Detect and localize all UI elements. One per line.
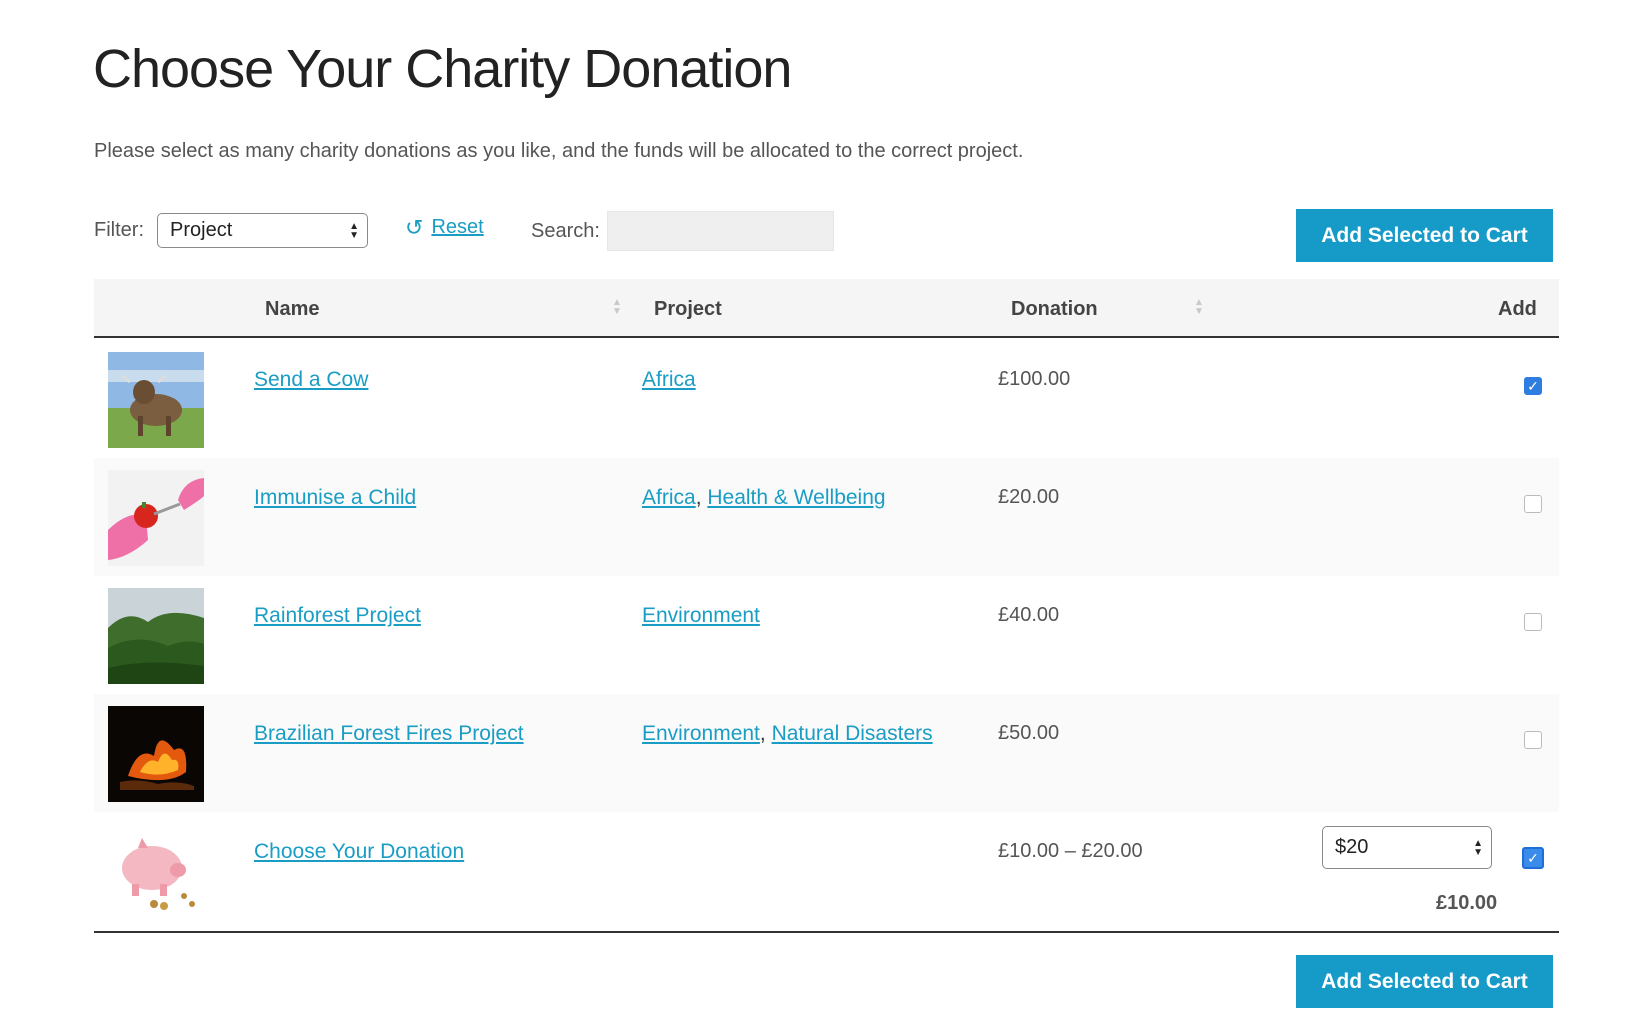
donation-amount-value: $20 [1335,836,1369,858]
add-checkbox[interactable]: ✓ [1522,847,1544,869]
calculated-price: £10.00 [1436,892,1498,914]
sort-icon[interactable]: ▲ ▼ [612,298,622,317]
piggy-bank-photo [108,824,204,920]
add-checkbox[interactable] [1524,731,1542,749]
reset-link[interactable]: ↺ Reset [405,216,484,239]
add-checkbox[interactable] [1524,495,1542,513]
select-arrows-icon: ▲ ▼ [1473,837,1483,858]
project-links: Environment, Natural Disasters [642,722,933,745]
project-link[interactable]: Environment [642,604,760,627]
table-row: Immunise a Child Africa, Health & Wellbe… [94,458,1559,576]
column-header-name[interactable]: Name [265,298,319,321]
injection-photo [108,470,204,566]
donation-price: £100.00 [998,368,1071,390]
add-checkbox[interactable]: ✓ [1524,377,1542,395]
filter-label: Filter: [94,219,144,241]
column-header-add: Add [1498,298,1537,320]
select-arrows-icon: ▲ ▼ [349,220,359,241]
product-name-link[interactable]: Rainforest Project [254,604,421,628]
column-header-project: Project [654,298,722,320]
filter-select[interactable]: Project ▲ ▼ [157,213,368,248]
project-links: Environment [642,604,760,628]
table-bottom-rule [94,931,1559,933]
table-header: Name ▲ ▼ Project Donation ▲ ▼ Add [94,279,1559,338]
project-link[interactable]: Natural Disasters [772,722,933,745]
add-checkbox[interactable] [1524,613,1542,631]
product-name-link[interactable]: Choose Your Donation [254,840,464,864]
reset-label: Reset [431,216,484,238]
table-row: Brazilian Forest Fires Project Environme… [94,694,1559,812]
column-header-donation[interactable]: Donation [1011,298,1098,321]
product-name-link[interactable]: Send a Cow [254,368,368,392]
product-name-link[interactable]: Brazilian Forest Fires Project [254,722,524,746]
search-input[interactable] [607,211,834,251]
donation-price: £20.00 [998,486,1060,508]
project-link[interactable]: Environment [642,722,760,745]
project-links: Africa [642,368,696,392]
table-row: Rainforest Project Environment £40.00 [94,576,1559,694]
project-link[interactable]: Africa [642,486,696,509]
project-links: Africa, Health & Wellbeing [642,486,886,509]
product-name-link[interactable]: Immunise a Child [254,486,416,510]
filter-select-value: Project [170,219,233,241]
project-link[interactable]: Africa [642,368,696,391]
donation-price-range: £10.00 – £20.00 [998,840,1143,862]
project-link[interactable]: Health & Wellbeing [707,486,885,509]
donation-price: £40.00 [998,604,1060,626]
donation-price: £50.00 [998,722,1060,744]
reset-icon: ↺ [405,214,424,240]
search-label: Search: [531,220,600,242]
page-intro: Please select as many charity donations … [94,140,1024,162]
page-title: Choose Your Charity Donation [93,39,792,99]
rainforest-photo [108,588,204,684]
donation-amount-select[interactable]: $20 ▲ ▼ [1322,826,1492,869]
fire-photo [108,706,204,802]
add-selected-to-cart-button-top[interactable]: Add Selected to Cart [1296,209,1553,262]
add-selected-to-cart-button-bottom[interactable]: Add Selected to Cart [1296,955,1553,1008]
sort-icon[interactable]: ▲ ▼ [1194,298,1204,317]
table-row: Send a Cow Africa £100.00 ✓ [94,340,1559,458]
cow-photo [108,352,204,448]
